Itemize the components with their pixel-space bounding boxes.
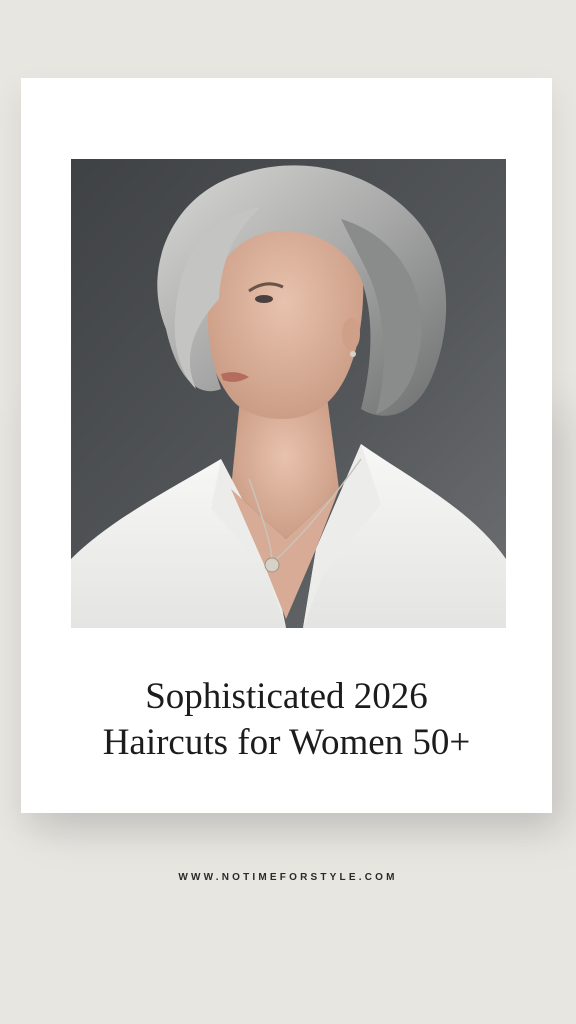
title-line-1: Sophisticated 2026 [145,676,428,717]
pin-card[interactable]: Sophisticated 2026 Haircuts for Women 50… [21,78,552,813]
portrait-photo [71,159,506,628]
pin-title: Sophisticated 2026 Haircuts for Women 50… [21,674,552,766]
title-line-2: Haircuts for Women 50+ [102,722,471,763]
website-link[interactable]: WWW.NOTIMEFORSTYLE.COM [0,872,576,883]
portrait-illustration [71,159,506,628]
